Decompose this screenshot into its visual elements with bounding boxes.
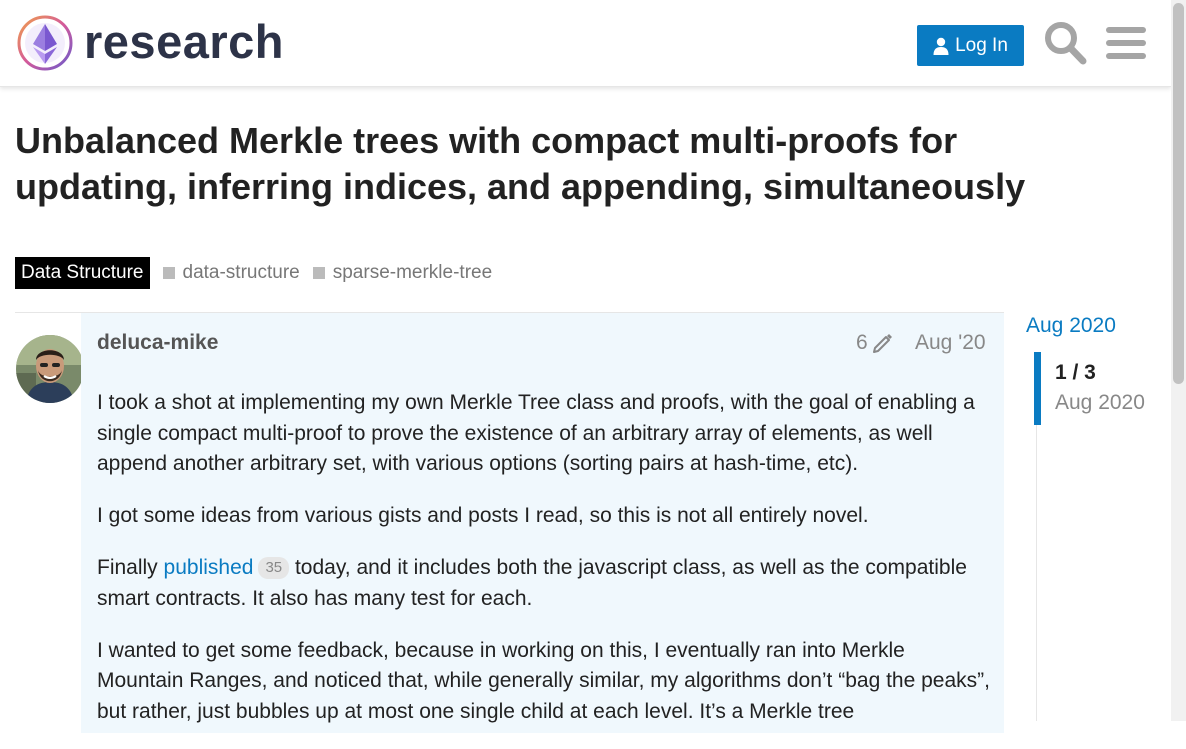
post-date[interactable]: Aug '20: [915, 331, 986, 355]
search-icon[interactable]: [1043, 20, 1087, 66]
paragraph-text: Finally: [97, 556, 164, 579]
timeline-position: 1 / 3: [1055, 361, 1096, 384]
post-paragraph: Finally published 35 today, and it includ…: [97, 553, 992, 614]
post-content: I took a shot at implementing my own Mer…: [97, 388, 992, 749]
post-edit-history[interactable]: 6: [856, 331, 894, 355]
published-link[interactable]: published: [164, 556, 254, 579]
tag-sparse-merkle-tree[interactable]: sparse-merkle-tree: [312, 262, 493, 284]
tag-label: data-structure: [182, 262, 300, 283]
timeline-start-date[interactable]: Aug 2020: [1026, 314, 1116, 338]
tag-square-icon: [312, 267, 325, 279]
avatar-image: [16, 335, 84, 403]
link-click-count: 35: [258, 557, 290, 579]
log-in-button[interactable]: Log In: [917, 25, 1024, 66]
topic-tags-row: Data Structure data-structure sparse-mer…: [15, 257, 492, 289]
page-scrollbar-thumb[interactable]: [1173, 3, 1184, 384]
tag-data-structure[interactable]: data-structure: [162, 262, 300, 284]
tag-square-icon: [162, 267, 175, 279]
category-badge[interactable]: Data Structure: [15, 257, 150, 289]
tag-label: sparse-merkle-tree: [332, 262, 493, 283]
post-paragraph: I wanted to get some feedback, because i…: [97, 638, 990, 723]
post-author-username[interactable]: deluca-mike: [97, 331, 218, 355]
hamburger-menu-icon[interactable]: [1106, 24, 1146, 62]
site-header: research Log In: [0, 0, 1171, 87]
edit-count: 6: [856, 331, 868, 354]
site-name[interactable]: research: [84, 16, 284, 68]
log-in-label: Log In: [955, 34, 1008, 56]
avatar[interactable]: [16, 335, 84, 403]
timeline-current-date: Aug 2020: [1055, 391, 1145, 414]
user-icon: [933, 37, 949, 55]
post-paragraph: I got some ideas from various gists and …: [97, 504, 869, 527]
discourse-logo-icon[interactable]: [16, 14, 74, 72]
pencil-icon: [872, 334, 892, 353]
topic-title[interactable]: Unbalanced Merkle trees with compact mul…: [15, 118, 1035, 209]
post-paragraph: I took a shot at implementing my own Mer…: [97, 391, 975, 475]
timeline-scroller-handle[interactable]: [1034, 352, 1041, 425]
